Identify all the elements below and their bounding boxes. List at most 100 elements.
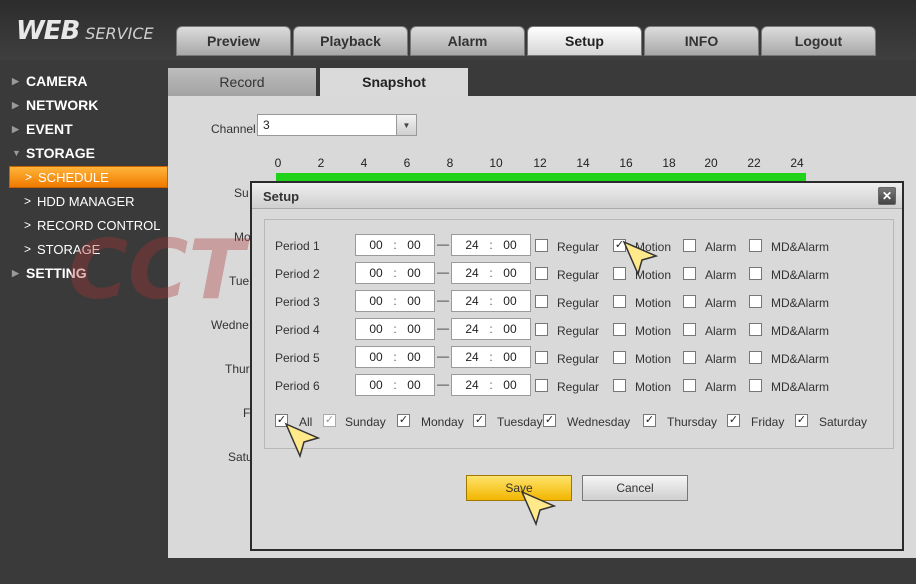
md-alarm-checkbox[interactable] <box>749 239 762 252</box>
end-minute[interactable]: 00 <box>503 238 516 252</box>
alarm-label: Alarm <box>705 268 737 282</box>
end-hour[interactable]: 24 <box>465 378 478 392</box>
alarm-checkbox[interactable] <box>683 351 696 364</box>
nav-playback[interactable]: Playback <box>293 26 408 56</box>
start-hour[interactable]: 00 <box>369 294 382 308</box>
start-time-input[interactable]: 00:00 <box>355 374 435 396</box>
motion-label: Motion <box>635 380 672 394</box>
close-icon[interactable]: ✕ <box>878 187 896 205</box>
motion-checkbox[interactable] <box>613 267 626 280</box>
alarm-checkbox[interactable] <box>683 295 696 308</box>
end-minute[interactable]: 00 <box>503 350 516 364</box>
end-hour[interactable]: 24 <box>465 350 478 364</box>
start-time-input[interactable]: 00:00 <box>355 318 435 340</box>
sidebar-item-setting[interactable]: ▶ SETTING <box>12 262 87 284</box>
period-row: Period 3 00:00—24:00 Regular Motion Alarm MD&… <box>265 290 895 314</box>
day-selection: ✓ All ✓ Sunday ✓ Monday ✓ Tuesday ✓ Wednesday ✓ Thu… <box>265 412 895 436</box>
chevron-down-icon[interactable]: ▼ <box>396 115 416 135</box>
alarm-checkbox[interactable] <box>683 267 696 280</box>
start-hour[interactable]: 00 <box>369 322 382 336</box>
start-minute[interactable]: 00 <box>407 378 420 392</box>
motion-checkbox[interactable] <box>613 323 626 336</box>
sidebar-item-hdd-manager[interactable]: > HDD MANAGER <box>24 190 135 212</box>
start-hour[interactable]: 00 <box>369 266 382 280</box>
end-minute[interactable]: 00 <box>503 266 516 280</box>
md-alarm-checkbox[interactable] <box>749 351 762 364</box>
motion-checkbox[interactable] <box>613 351 626 364</box>
day-checkbox-thursday[interactable]: ✓ <box>643 414 656 427</box>
start-minute[interactable]: 00 <box>407 266 420 280</box>
alarm-checkbox[interactable] <box>683 239 696 252</box>
sidebar-label: STORAGE <box>37 241 101 257</box>
start-time-input[interactable]: 00:00 <box>355 346 435 368</box>
day-checkbox-saturday[interactable]: ✓ <box>795 414 808 427</box>
sidebar-item-camera[interactable]: ▶ CAMERA <box>12 70 87 92</box>
day-checkbox-wednesday[interactable]: ✓ <box>543 414 556 427</box>
motion-checkbox[interactable] <box>613 295 626 308</box>
end-time-input[interactable]: 24:00 <box>451 374 531 396</box>
sidebar-item-record-control[interactable]: > RECORD CONTROL <box>24 214 161 236</box>
save-button[interactable]: Save <box>466 475 572 501</box>
motion-checkbox[interactable] <box>613 379 626 392</box>
end-time-input[interactable]: 24:00 <box>451 262 531 284</box>
start-time-input[interactable]: 00:00 <box>355 290 435 312</box>
start-minute[interactable]: 00 <box>407 238 420 252</box>
sidebar-item-storage-sub[interactable]: > STORAGE <box>24 238 100 260</box>
tab-record[interactable]: Record <box>168 68 316 96</box>
end-minute[interactable]: 00 <box>503 378 516 392</box>
md-alarm-checkbox[interactable] <box>749 379 762 392</box>
end-hour[interactable]: 24 <box>465 238 478 252</box>
cancel-button[interactable]: Cancel <box>582 475 688 501</box>
alarm-checkbox[interactable] <box>683 379 696 392</box>
alarm-checkbox[interactable] <box>683 323 696 336</box>
tab-snapshot[interactable]: Snapshot <box>320 68 468 96</box>
day-label-tuesday: Tuesday <box>497 415 543 429</box>
start-hour[interactable]: 00 <box>369 378 382 392</box>
nav-info[interactable]: INFO <box>644 26 759 56</box>
regular-checkbox[interactable] <box>535 295 548 308</box>
end-hour[interactable]: 24 <box>465 266 478 280</box>
day-checkbox-friday[interactable]: ✓ <box>727 414 740 427</box>
sidebar-item-event[interactable]: ▶ EVENT <box>12 118 73 140</box>
end-minute[interactable]: 00 <box>503 294 516 308</box>
sidebar-label: SETTING <box>26 265 87 281</box>
sidebar-item-storage[interactable]: ▼ STORAGE <box>12 142 95 164</box>
time-separator: : <box>393 238 397 252</box>
start-hour[interactable]: 00 <box>369 238 382 252</box>
nav-setup[interactable]: Setup <box>527 26 642 56</box>
sidebar-item-schedule[interactable]: > SCHEDULE <box>9 166 168 188</box>
end-time-input[interactable]: 24:00 <box>451 290 531 312</box>
end-time-input[interactable]: 24:00 <box>451 346 531 368</box>
md-alarm-checkbox[interactable] <box>749 267 762 280</box>
regular-checkbox[interactable] <box>535 323 548 336</box>
channel-select[interactable]: 3 ▼ <box>257 114 417 136</box>
end-time-input[interactable]: 24:00 <box>451 234 531 256</box>
motion-checkbox[interactable]: ✓ <box>613 239 626 252</box>
end-minute[interactable]: 00 <box>503 322 516 336</box>
day-checkbox-tuesday[interactable]: ✓ <box>473 414 486 427</box>
regular-checkbox[interactable] <box>535 351 548 364</box>
md-alarm-checkbox[interactable] <box>749 295 762 308</box>
day-checkbox-monday[interactable]: ✓ <box>397 414 410 427</box>
regular-checkbox[interactable] <box>535 267 548 280</box>
start-minute[interactable]: 00 <box>407 350 420 364</box>
sidebar-item-network[interactable]: ▶ NETWORK <box>12 94 98 116</box>
day-checkbox-all[interactable]: ✓ <box>275 414 288 427</box>
day-checkbox-sunday[interactable]: ✓ <box>323 414 336 427</box>
start-time-input[interactable]: 00:00 <box>355 262 435 284</box>
nav-preview[interactable]: Preview <box>176 26 291 56</box>
regular-label: Regular <box>557 380 600 394</box>
md-alarm-checkbox[interactable] <box>749 323 762 336</box>
nav-alarm[interactable]: Alarm <box>410 26 525 56</box>
end-hour[interactable]: 24 <box>465 322 478 336</box>
start-minute[interactable]: 00 <box>407 294 420 308</box>
start-hour[interactable]: 00 <box>369 350 382 364</box>
start-time-input[interactable]: 00:00 <box>355 234 435 256</box>
nav-logout[interactable]: Logout <box>761 26 876 56</box>
end-hour[interactable]: 24 <box>465 294 478 308</box>
regular-checkbox[interactable] <box>535 239 548 252</box>
range-dash: — <box>437 237 449 251</box>
regular-checkbox[interactable] <box>535 379 548 392</box>
end-time-input[interactable]: 24:00 <box>451 318 531 340</box>
start-minute[interactable]: 00 <box>407 322 420 336</box>
